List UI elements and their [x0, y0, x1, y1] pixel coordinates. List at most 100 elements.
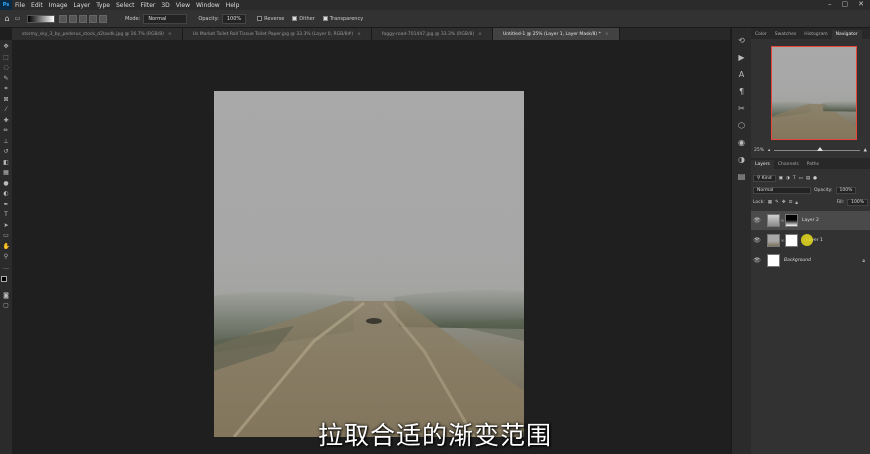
mode-select[interactable]: Normal: [143, 13, 188, 24]
gradient-tool-icon[interactable]: ▦: [3, 169, 10, 176]
blur-tool-icon[interactable]: ●: [3, 180, 10, 187]
screen-mode-icon[interactable]: ▢: [3, 302, 10, 309]
minimize-icon[interactable]: –: [828, 0, 832, 8]
radial-gradient-icon[interactable]: [69, 14, 77, 23]
layer-thumbnail[interactable]: [767, 214, 780, 227]
tab-untitled-1[interactable]: Untitled-1 @ 25% (Layer 1, Layer Mask/8)…: [492, 28, 620, 40]
rectangle-tool-icon[interactable]: ▭: [3, 232, 10, 239]
zoom-out-icon[interactable]: ▴: [768, 148, 770, 153]
tab-channels[interactable]: Channels: [774, 160, 803, 169]
play-actions-icon[interactable]: ▶: [737, 53, 746, 62]
angle-gradient-icon[interactable]: [79, 14, 87, 23]
type-tool-icon[interactable]: T: [3, 211, 10, 218]
menu-file[interactable]: File: [12, 2, 28, 9]
lasso-tool-icon[interactable]: ◌: [3, 64, 10, 71]
layer-opacity-field[interactable]: 100%: [835, 187, 857, 194]
color-wheel-icon[interactable]: ◉: [737, 138, 746, 147]
reverse-checkbox[interactable]: Reverse: [257, 16, 284, 22]
menu-select[interactable]: Select: [113, 2, 138, 9]
layer-row-layer-2[interactable]: 👁︎ ∞ Layer 2: [751, 211, 870, 230]
layer-name[interactable]: Layer 2: [802, 218, 819, 223]
move-tool-icon[interactable]: ✥: [3, 43, 10, 50]
libraries-icon[interactable]: ▤: [737, 172, 746, 181]
filter-toggle-icon[interactable]: ●: [813, 176, 817, 181]
close-tab-icon[interactable]: ×: [357, 32, 361, 37]
tab-layers[interactable]: Layers: [751, 160, 774, 169]
quick-mask-icon[interactable]: ◙: [3, 292, 10, 299]
hand-tool-icon[interactable]: ✋: [3, 243, 10, 250]
dodge-tool-icon[interactable]: ◐: [3, 190, 10, 197]
color-swatches[interactable]: [1, 276, 11, 288]
home-icon[interactable]: ⌂: [0, 14, 14, 23]
menu-help[interactable]: Help: [223, 2, 243, 9]
menu-3d[interactable]: 3D: [158, 2, 172, 9]
quick-select-tool-icon[interactable]: ✎: [3, 75, 10, 82]
adjustment-filter-icon[interactable]: ◑: [786, 176, 790, 181]
zoom-value[interactable]: 25%: [754, 148, 764, 153]
tab-color[interactable]: Color: [751, 30, 771, 39]
eyedropper-tool-icon[interactable]: ⁄: [3, 106, 10, 113]
close-icon[interactable]: ✕: [858, 0, 864, 8]
menu-edit[interactable]: Edit: [28, 2, 46, 9]
lock-position-icon[interactable]: ✥: [782, 200, 786, 205]
history-icon[interactable]: ⟲: [737, 36, 746, 45]
close-tab-icon[interactable]: ×: [478, 32, 482, 37]
frame-tool-icon[interactable]: ⊠: [3, 96, 10, 103]
zoom-slider[interactable]: [774, 146, 860, 151]
menu-view[interactable]: View: [173, 2, 193, 9]
maximize-icon[interactable]: ▢: [842, 0, 849, 8]
zoom-tool-icon[interactable]: ⚲: [3, 253, 10, 260]
tools-settings-icon[interactable]: ✂: [737, 104, 746, 113]
history-brush-tool-icon[interactable]: ↺: [3, 148, 10, 155]
layer-thumbnail[interactable]: [767, 254, 780, 267]
smart-object-filter-icon[interactable]: ▤: [806, 176, 810, 181]
clone-stamp-tool-icon[interactable]: ⊥: [3, 138, 10, 145]
menu-window[interactable]: Window: [193, 2, 223, 9]
pen-tool-icon[interactable]: ✒: [3, 201, 10, 208]
lock-all-icon[interactable]: 🔒︎: [795, 200, 797, 206]
menu-layer[interactable]: Layer: [70, 2, 93, 9]
tab-stormy-sky[interactable]: stormy_sky_3_by_pederus_stock_d2lasdk.jp…: [12, 28, 183, 40]
menu-type[interactable]: Type: [93, 2, 113, 9]
transparency-checkbox[interactable]: Transparency: [322, 16, 363, 22]
type-filter-icon[interactable]: T: [793, 176, 796, 181]
gradient-tool-preset-icon[interactable]: ▭: [14, 15, 21, 22]
path-select-tool-icon[interactable]: ➤: [3, 222, 10, 229]
visibility-eye-icon[interactable]: 👁︎: [751, 237, 763, 244]
layer-mask-thumbnail[interactable]: [785, 214, 798, 227]
close-tab-icon[interactable]: ×: [605, 32, 609, 37]
diamond-gradient-icon[interactable]: [99, 14, 107, 23]
lock-pixels-icon[interactable]: ▦: [768, 200, 772, 205]
layer-row-background[interactable]: 👁︎ Background 🔒︎: [751, 251, 870, 270]
tab-histogram[interactable]: Histogram: [800, 30, 831, 39]
reflected-gradient-icon[interactable]: [89, 14, 97, 23]
more-tools-icon[interactable]: …: [3, 264, 10, 271]
zoom-in-icon[interactable]: ▲: [864, 148, 867, 153]
navigator-preview[interactable]: [771, 46, 857, 140]
linear-gradient-icon[interactable]: [59, 14, 67, 23]
tab-toilet-paper[interactable]: Us Market Toilet Roll Tissue Toilet Pape…: [182, 28, 372, 40]
paragraph-icon[interactable]: ¶: [737, 87, 746, 96]
lock-paint-icon[interactable]: ✎: [775, 200, 779, 205]
dither-checkbox[interactable]: Dither: [292, 16, 315, 22]
menu-filter[interactable]: Filter: [138, 2, 159, 9]
opacity-field[interactable]: 100%: [221, 13, 247, 24]
crop-tool-icon[interactable]: ⌗: [3, 85, 10, 92]
document-canvas[interactable]: [214, 91, 524, 437]
layer-thumbnail[interactable]: [767, 234, 780, 247]
layer-mask-thumbnail[interactable]: [785, 234, 798, 247]
marquee-tool-icon[interactable]: ⬚: [3, 54, 10, 61]
menu-image[interactable]: Image: [46, 2, 71, 9]
canvas-workspace[interactable]: [12, 40, 730, 454]
healing-brush-tool-icon[interactable]: ✚: [3, 117, 10, 124]
visibility-eye-icon[interactable]: 👁︎: [751, 257, 763, 264]
adjustments-icon[interactable]: ◑: [737, 155, 746, 164]
pixel-filter-icon[interactable]: ▣: [779, 176, 783, 181]
zoom-slider-knob[interactable]: [816, 146, 823, 151]
close-tab-icon[interactable]: ×: [168, 32, 172, 37]
layer-name[interactable]: Background: [784, 258, 811, 263]
kind-filter-select[interactable]: ⚲ Kind: [753, 175, 776, 182]
visibility-eye-icon[interactable]: 👁︎: [751, 217, 763, 224]
eraser-tool-icon[interactable]: ◧: [3, 159, 10, 166]
foreground-color-swatch[interactable]: [1, 276, 7, 282]
